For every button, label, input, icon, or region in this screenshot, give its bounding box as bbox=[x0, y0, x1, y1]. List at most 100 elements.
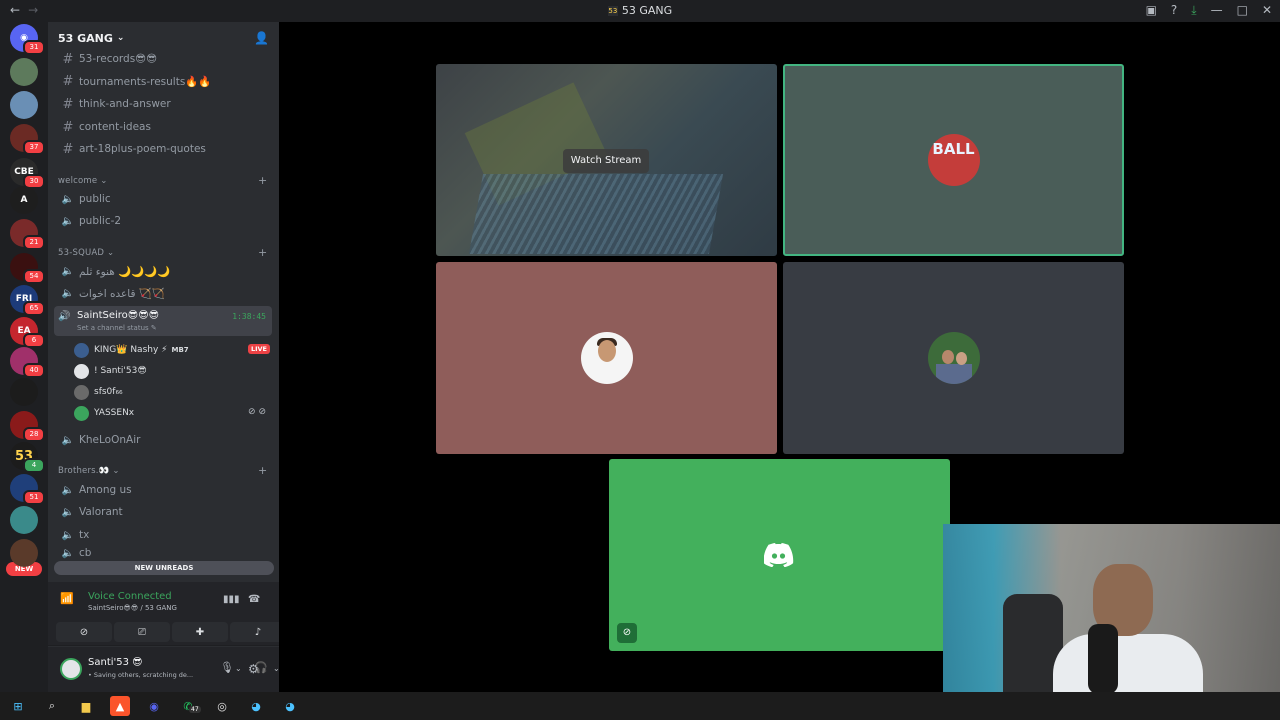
unread-badge: 21 bbox=[23, 235, 45, 250]
minimize-icon[interactable]: — bbox=[1211, 3, 1223, 18]
channel-label: public-2 bbox=[79, 215, 122, 227]
download-icon[interactable]: ⤓ bbox=[1191, 3, 1196, 18]
add-channel-icon[interactable]: + bbox=[258, 174, 267, 187]
voice-status[interactable]: Voice Connected bbox=[88, 591, 172, 602]
title-bar: ← → 53 53 GANG ▣ ? ⤓ — □ ✕ bbox=[0, 0, 1280, 22]
file-explorer-icon[interactable]: ▆ bbox=[76, 696, 96, 716]
help-icon[interactable]: ? bbox=[1171, 3, 1177, 18]
call-timer: 1:38:45 bbox=[232, 312, 266, 321]
participant-tile[interactable]: BALL bbox=[783, 64, 1124, 256]
category-welcome[interactable]: welcome ⌄ + bbox=[58, 174, 267, 187]
windows-start-icon[interactable]: ⊞ bbox=[8, 696, 28, 716]
channel-voice[interactable]: 🔈 هنوء ثلم 🌙🌙🌙🌙 bbox=[54, 260, 272, 282]
participant-tile[interactable] bbox=[783, 262, 1124, 454]
inbox-icon[interactable]: ▣ bbox=[1146, 3, 1157, 18]
brave-browser-icon[interactable]: ▲ bbox=[110, 696, 130, 716]
active-channel-name: SaintSeiro😎😎😎 bbox=[77, 310, 160, 321]
channel-voice[interactable]: 🔈 قاعده اخوات 🏹🏹 bbox=[54, 282, 272, 304]
maximize-icon[interactable]: □ bbox=[1237, 3, 1248, 18]
participant-tile[interactable] bbox=[436, 262, 777, 454]
avatar[interactable] bbox=[60, 658, 82, 680]
channel-voice[interactable]: 🔈 public-2 bbox=[54, 210, 272, 232]
channel-voice[interactable]: 🔈 Valorant bbox=[54, 501, 272, 523]
voice-location[interactable]: SaintSeiro😎😎 / 53 GANG bbox=[88, 604, 177, 612]
participant-tile[interactable]: ⊘ bbox=[609, 459, 950, 651]
avatar: BALL bbox=[927, 134, 980, 186]
channel-text[interactable]: #53-records😎😎 bbox=[54, 48, 272, 70]
active-voice-channel[interactable]: 🔊 SaintSeiro😎😎😎 Set a channel status ✎ 1… bbox=[54, 306, 272, 336]
noise-suppression-icon[interactable]: ▮▮▮ bbox=[223, 594, 240, 605]
taskbar: ⊞ ⌕ ▆ ▲ ◉ ✆ 47 ◎ ◕ ◕ bbox=[0, 692, 1280, 720]
add-channel-icon[interactable]: + bbox=[258, 246, 267, 259]
unread-badge: 6 bbox=[23, 333, 45, 348]
channel-label: cb bbox=[79, 547, 92, 559]
toggle-camera-button[interactable]: ⊘ bbox=[56, 622, 112, 642]
unread-badge: 4 bbox=[23, 458, 45, 473]
server-icon[interactable] bbox=[10, 506, 38, 534]
category-squad[interactable]: 53-SQUAD ⌄ + bbox=[58, 246, 267, 259]
settings-gear-icon[interactable]: ⚙ bbox=[248, 662, 259, 676]
soundboard-button[interactable]: ♪ bbox=[230, 622, 286, 642]
channel-text[interactable]: # content-ideas bbox=[54, 116, 272, 138]
signal-icon[interactable]: 📶 bbox=[60, 592, 74, 605]
category-brothers[interactable]: Brothers.👀 ⌄ + bbox=[58, 464, 267, 477]
hash-icon: # bbox=[62, 119, 74, 135]
disconnect-icon[interactable]: ☎ bbox=[248, 594, 260, 605]
channel-text[interactable]: # art-18plus-poem-quotes bbox=[54, 138, 272, 160]
search-icon[interactable]: ⌕ bbox=[42, 696, 62, 716]
speaker-icon: 🔈 bbox=[61, 529, 75, 541]
whatsapp-badge: 47 bbox=[189, 706, 201, 713]
close-icon[interactable]: ✕ bbox=[1262, 3, 1272, 18]
unread-badge: 65 bbox=[23, 301, 45, 316]
app-icon[interactable]: ◕ bbox=[280, 696, 300, 716]
server-icon[interactable] bbox=[10, 539, 38, 567]
whatsapp-icon[interactable]: ✆ 47 bbox=[178, 696, 201, 716]
voice-user[interactable]: ! Santi'53😎 bbox=[74, 361, 270, 381]
window-title-text: 53 GANG bbox=[621, 4, 673, 17]
unread-badge: 37 bbox=[23, 140, 45, 155]
channel-voice[interactable]: 🔈 cb bbox=[54, 546, 272, 560]
obs-icon[interactable]: ◎ bbox=[212, 696, 232, 716]
discord-logo-icon bbox=[764, 543, 794, 567]
speaker-icon: 🔈 bbox=[61, 547, 75, 559]
activities-button[interactable]: ✚ bbox=[172, 622, 228, 642]
channel-voice[interactable]: 🔈 tx bbox=[54, 524, 272, 546]
voice-user[interactable]: sfs0f₆₆ bbox=[74, 382, 270, 402]
invite-icon[interactable]: 👤 bbox=[254, 31, 269, 45]
screen-share-off-icon[interactable]: ⊘ bbox=[617, 623, 637, 643]
chevron-down-icon[interactable]: ⌄ bbox=[235, 664, 242, 673]
user-name[interactable]: Santi'53 😎 bbox=[88, 657, 143, 668]
webcam-microphone bbox=[1088, 624, 1118, 694]
server-icon[interactable] bbox=[10, 58, 38, 86]
channel-sidebar: 53 GANG ⌄ 👤 #53-records😎😎 # tournaments-r… bbox=[48, 22, 286, 692]
channel-voice[interactable]: 🔈 public bbox=[54, 188, 272, 210]
new-unreads-pill[interactable]: NEW UNREADS bbox=[54, 561, 274, 575]
app-icon[interactable]: ◕ bbox=[246, 696, 266, 716]
channel-text[interactable]: # tournaments-results🔥🔥 bbox=[54, 70, 272, 92]
server-icon[interactable] bbox=[10, 91, 38, 119]
voice-user[interactable]: KING👑 Nashy ⚡ MB7 LIVE bbox=[74, 340, 270, 360]
watch-stream-button[interactable]: Watch Stream bbox=[563, 149, 649, 173]
speaker-icon: 🔈 bbox=[61, 506, 75, 518]
speaker-icon: 🔈 bbox=[61, 484, 75, 496]
server-icon[interactable]: A bbox=[10, 186, 38, 214]
channel-voice[interactable]: 🔈 KheLoOnAir bbox=[54, 429, 272, 451]
discord-taskbar-icon[interactable]: ◉ bbox=[144, 696, 164, 716]
channel-label: Valorant bbox=[79, 506, 123, 518]
voice-user-name: YASSENx bbox=[94, 408, 135, 418]
hash-icon: # bbox=[62, 73, 74, 89]
category-label: 53-SQUAD bbox=[58, 248, 105, 258]
server-icon[interactable] bbox=[10, 378, 38, 406]
live-badge: LIVE bbox=[247, 344, 270, 354]
add-channel-icon[interactable]: + bbox=[258, 464, 267, 477]
voice-user[interactable]: YASSENx ⊘ ⊘ bbox=[74, 403, 270, 423]
speaker-icon: 🔈 bbox=[61, 434, 75, 446]
channel-status[interactable]: Set a channel status ✎ bbox=[77, 324, 157, 332]
stream-tile[interactable]: Watch Stream bbox=[436, 64, 777, 256]
share-screen-button[interactable]: ⎚ bbox=[114, 622, 170, 642]
channel-voice[interactable]: 🔈 Among us bbox=[54, 479, 272, 501]
avatar-text: BALL bbox=[932, 140, 975, 158]
channel-text[interactable]: # think-and-answer bbox=[54, 93, 272, 115]
microphone-icon[interactable]: 🎙 bbox=[220, 661, 234, 674]
webcam-overlay bbox=[943, 524, 1280, 720]
